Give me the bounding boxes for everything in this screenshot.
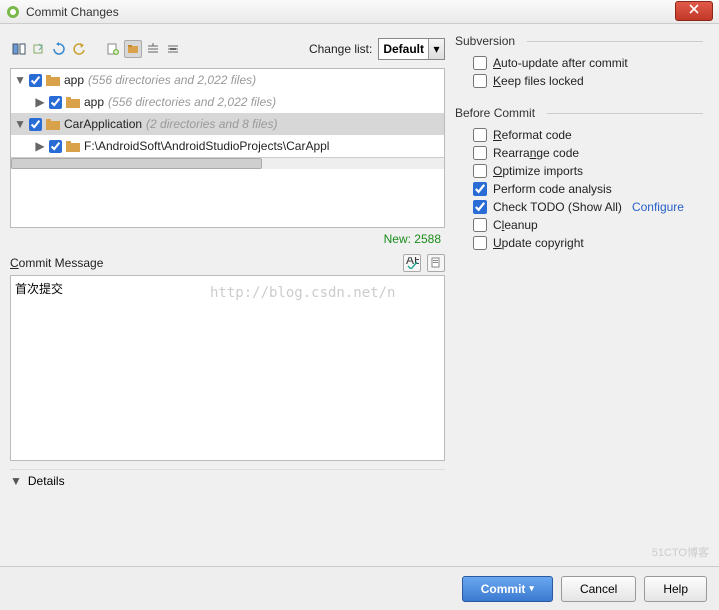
tree-row[interactable]: ▶ F:\AndroidSoft\AndroidStudioProjects\Ca…	[11, 135, 444, 157]
tree-item-info: (556 directories and 2,022 files)	[108, 95, 276, 109]
details-section[interactable]: ▼ Details	[10, 469, 445, 492]
commit-button[interactable]: Commit▾	[462, 576, 553, 602]
details-label: Details	[28, 474, 65, 488]
group-by-directory-icon[interactable]	[124, 40, 142, 58]
file-tree: ▼ app (556 directories and 2,022 files) ▶ ap…	[10, 68, 445, 228]
change-list-select[interactable]: Default ▾	[378, 38, 445, 60]
chevron-down-icon[interactable]: ▼	[10, 474, 22, 488]
folder-icon	[46, 118, 60, 130]
change-list-value: Default	[379, 42, 428, 56]
chevron-down-icon[interactable]: ▾	[428, 39, 444, 59]
copyright-label: Update copyright	[493, 236, 584, 250]
toolbar: Change list: Default ▾	[10, 34, 445, 64]
move-changelist-icon[interactable]	[30, 40, 48, 58]
reformat-label: Reformat code	[493, 128, 572, 142]
tree-item-label: CarApplication	[64, 117, 142, 131]
window-title: Commit Changes	[26, 5, 675, 19]
keep-locked-label: Keep files locked	[493, 74, 584, 88]
subversion-section-label: Subversion	[455, 34, 703, 48]
reformat-checkbox[interactable]	[473, 128, 487, 142]
tree-arrow-icon[interactable]: ▼	[15, 73, 25, 87]
folder-icon	[66, 96, 80, 108]
new-changelist-icon[interactable]	[104, 40, 122, 58]
refresh-icon[interactable]	[50, 40, 68, 58]
cancel-button[interactable]: Cancel	[561, 576, 636, 602]
todo-label: Check TODO (Show All)	[493, 200, 622, 214]
todo-checkbox[interactable]	[473, 200, 487, 214]
rearrange-checkbox[interactable]	[473, 146, 487, 160]
spellcheck-icon[interactable]: ABC	[403, 254, 421, 272]
optimize-label: Optimize imports	[493, 164, 583, 178]
svg-text:ABC: ABC	[406, 257, 419, 267]
tree-checkbox[interactable]	[49, 140, 62, 153]
folder-icon	[66, 140, 80, 152]
tree-arrow-icon[interactable]: ▶	[35, 95, 45, 109]
tree-item-info: (2 directories and 8 files)	[146, 117, 277, 131]
close-button[interactable]	[675, 1, 713, 21]
folder-icon	[46, 74, 60, 86]
tree-checkbox[interactable]	[49, 96, 62, 109]
app-icon	[6, 5, 20, 19]
optimize-checkbox[interactable]	[473, 164, 487, 178]
commit-message-label: Commit Message	[10, 256, 103, 270]
tree-checkbox[interactable]	[29, 118, 42, 131]
auto-update-checkbox[interactable]	[473, 56, 487, 70]
revert-icon[interactable]	[70, 40, 88, 58]
history-icon[interactable]	[427, 254, 445, 272]
auto-update-label: Auto-update after commit	[493, 56, 628, 70]
footer: Commit▾ Cancel Help	[0, 566, 719, 610]
cleanup-checkbox[interactable]	[473, 218, 487, 232]
commit-message-input[interactable]	[10, 275, 445, 461]
collapse-all-icon[interactable]	[164, 40, 182, 58]
tree-row[interactable]: ▶ app (556 directories and 2,022 files)	[11, 91, 444, 113]
expand-all-icon[interactable]	[144, 40, 162, 58]
analysis-label: Perform code analysis	[493, 182, 612, 196]
tree-checkbox[interactable]	[29, 74, 42, 87]
new-files-count: New: 2588	[10, 232, 441, 246]
titlebar: Commit Changes	[0, 0, 719, 24]
rearrange-label: Rearrange code	[493, 146, 579, 160]
before-commit-section-label: Before Commit	[455, 106, 703, 120]
help-button[interactable]: Help	[644, 576, 707, 602]
show-diff-icon[interactable]	[10, 40, 28, 58]
copyright-checkbox[interactable]	[473, 236, 487, 250]
horizontal-scrollbar[interactable]	[11, 157, 444, 169]
tree-item-path: F:\AndroidSoft\AndroidStudioProjects\Car…	[84, 139, 329, 153]
tree-item-label: app	[84, 95, 104, 109]
tree-arrow-icon[interactable]: ▶	[35, 139, 45, 153]
tree-item-info: (556 directories and 2,022 files)	[88, 73, 256, 87]
tree-arrow-icon[interactable]: ▼	[15, 117, 25, 131]
configure-link[interactable]: Configure	[632, 200, 684, 214]
tree-item-label: app	[64, 73, 84, 87]
tree-row[interactable]: ▼ app (556 directories and 2,022 files)	[11, 69, 444, 91]
analysis-checkbox[interactable]	[473, 182, 487, 196]
change-list-label: Change list:	[309, 42, 372, 56]
keep-locked-checkbox[interactable]	[473, 74, 487, 88]
tree-row[interactable]: ▼ CarApplication (2 directories and 8 file…	[11, 113, 444, 135]
cleanup-label: Cleanup	[493, 218, 538, 232]
